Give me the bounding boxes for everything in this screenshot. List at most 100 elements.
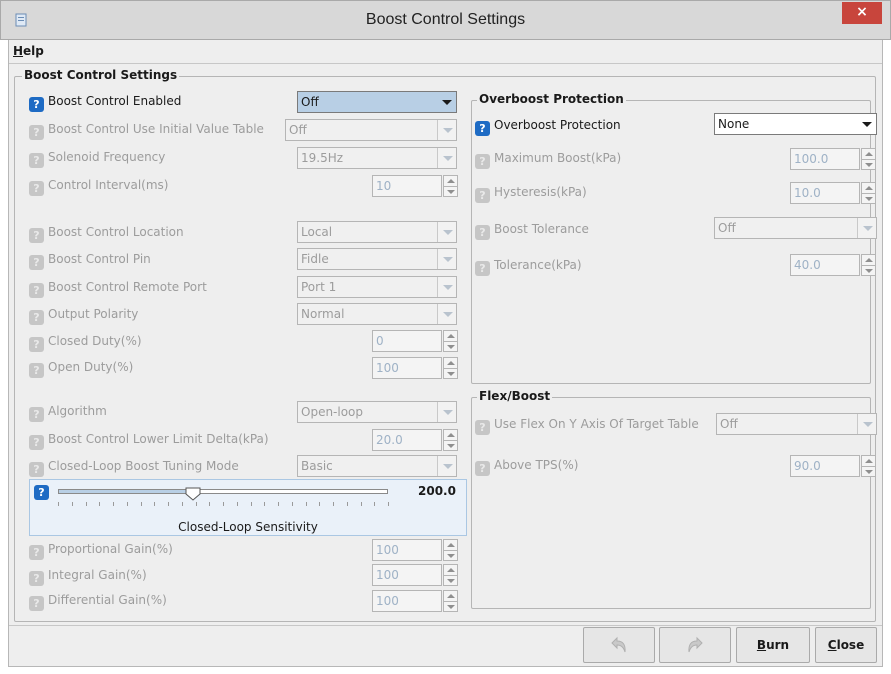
- help-icon[interactable]: ?: [29, 545, 44, 560]
- help-icon[interactable]: ?: [29, 125, 44, 140]
- spin-up-icon[interactable]: [865, 258, 873, 262]
- closed-loop-sensitivity-track[interactable]: [58, 487, 388, 501]
- boost-control-pin-select[interactable]: Fidle: [297, 248, 457, 270]
- spin-up-icon[interactable]: [447, 433, 455, 437]
- help-icon[interactable]: ?: [29, 97, 44, 112]
- boost-tolerance-select[interactable]: Off: [714, 217, 877, 239]
- help-icon[interactable]: ?: [29, 181, 44, 196]
- spin-down-icon[interactable]: [447, 605, 455, 609]
- help-icon[interactable]: ?: [29, 255, 44, 270]
- redo-button[interactable]: [659, 627, 731, 663]
- spin-down-icon[interactable]: [447, 554, 455, 558]
- help-icon[interactable]: ?: [29, 228, 44, 243]
- spinner-buttons[interactable]: [861, 148, 876, 170]
- spinner-buttons[interactable]: [861, 254, 876, 276]
- proportional-gain-spinner[interactable]: 100: [372, 539, 458, 561]
- spin-up-icon[interactable]: [447, 334, 455, 338]
- integral-gain-spinner[interactable]: 100: [372, 564, 458, 586]
- help-icon[interactable]: ?: [29, 596, 44, 611]
- spinner-buttons[interactable]: [443, 330, 458, 352]
- proportional-gain-field[interactable]: 100: [372, 539, 442, 561]
- spin-down-icon[interactable]: [447, 190, 455, 194]
- solenoid-frequency-select[interactable]: 19.5Hz: [297, 147, 457, 169]
- differential-gain-field[interactable]: 100: [372, 590, 442, 612]
- hysteresis-spinner[interactable]: 10.0: [790, 182, 876, 204]
- spinner-buttons[interactable]: [443, 175, 458, 197]
- help-icon[interactable]: ?: [475, 461, 490, 476]
- hysteresis-field[interactable]: 10.0: [790, 182, 860, 204]
- spin-up-icon[interactable]: [865, 459, 873, 463]
- spinner-buttons[interactable]: [443, 429, 458, 451]
- differential-gain-spinner[interactable]: 100: [372, 590, 458, 612]
- spin-down-icon[interactable]: [447, 579, 455, 583]
- slider-thumb-icon[interactable]: [185, 487, 201, 501]
- control-interval-spinner[interactable]: 10: [372, 175, 458, 197]
- spinner-buttons[interactable]: [443, 564, 458, 586]
- spin-up-icon[interactable]: [447, 594, 455, 598]
- tolerance-field[interactable]: 40.0: [790, 254, 860, 276]
- undo-button[interactable]: [583, 627, 655, 663]
- integral-gain-field[interactable]: 100: [372, 564, 442, 586]
- help-icon[interactable]: ?: [29, 407, 44, 422]
- menu-help[interactable]: Help: [13, 44, 44, 58]
- help-icon[interactable]: ?: [29, 435, 44, 450]
- spin-down-icon[interactable]: [865, 197, 873, 201]
- tuning-mode-select[interactable]: Basic: [297, 455, 457, 477]
- maximum-boost-spinner[interactable]: 100.0: [790, 148, 876, 170]
- help-icon[interactable]: ?: [34, 485, 49, 500]
- spinner-buttons[interactable]: [861, 455, 876, 477]
- spin-up-icon[interactable]: [865, 186, 873, 190]
- spin-up-icon[interactable]: [447, 543, 455, 547]
- algorithm-select[interactable]: Open-loop: [297, 401, 457, 423]
- help-icon[interactable]: ?: [29, 153, 44, 168]
- spin-down-icon[interactable]: [447, 372, 455, 376]
- lower-limit-delta-field[interactable]: 20.0: [372, 429, 442, 451]
- open-duty-spinner[interactable]: 100: [372, 357, 458, 379]
- maximum-boost-field[interactable]: 100.0: [790, 148, 860, 170]
- spin-down-icon[interactable]: [865, 470, 873, 474]
- spin-up-icon[interactable]: [447, 179, 455, 183]
- close-button[interactable]: Close: [815, 627, 877, 663]
- burn-button[interactable]: Burn: [736, 627, 810, 663]
- use-initial-value-table-select[interactable]: Off: [285, 119, 457, 141]
- use-flex-select[interactable]: Off: [716, 413, 877, 435]
- help-icon[interactable]: ?: [29, 310, 44, 325]
- help-icon[interactable]: ?: [475, 225, 490, 240]
- spin-down-icon[interactable]: [447, 444, 455, 448]
- spin-up-icon[interactable]: [447, 568, 455, 572]
- spinner-buttons[interactable]: [443, 590, 458, 612]
- output-polarity-select[interactable]: Normal: [297, 303, 457, 325]
- remote-port-select[interactable]: Port 1: [297, 276, 457, 298]
- help-icon[interactable]: ?: [29, 363, 44, 378]
- spin-up-icon[interactable]: [865, 152, 873, 156]
- spin-down-icon[interactable]: [865, 269, 873, 273]
- help-icon[interactable]: ?: [29, 283, 44, 298]
- help-icon[interactable]: ?: [475, 154, 490, 169]
- closed-duty-spinner[interactable]: 0: [372, 330, 458, 352]
- closed-duty-field[interactable]: 0: [372, 330, 442, 352]
- help-icon[interactable]: ?: [29, 462, 44, 477]
- spinner-buttons[interactable]: [861, 182, 876, 204]
- spin-up-icon[interactable]: [447, 361, 455, 365]
- boost-control-enabled-select[interactable]: Off: [297, 91, 457, 113]
- open-duty-field[interactable]: 100: [372, 357, 442, 379]
- window-close-button[interactable]: ×: [842, 2, 882, 24]
- lower-limit-delta-spinner[interactable]: 20.0: [372, 429, 458, 451]
- spin-down-icon[interactable]: [865, 163, 873, 167]
- help-icon[interactable]: ?: [475, 121, 490, 136]
- above-tps-spinner[interactable]: 90.0: [790, 455, 876, 477]
- spinner-buttons[interactable]: [443, 357, 458, 379]
- tolerance-spinner[interactable]: 40.0: [790, 254, 876, 276]
- above-tps-field[interactable]: 90.0: [790, 455, 860, 477]
- control-interval-field[interactable]: 10: [372, 175, 442, 197]
- help-icon[interactable]: ?: [475, 188, 490, 203]
- overboost-protection-select[interactable]: None: [714, 113, 877, 135]
- spin-down-icon[interactable]: [447, 345, 455, 349]
- help-icon[interactable]: ?: [475, 261, 490, 276]
- spinner-buttons[interactable]: [443, 539, 458, 561]
- close-mnemonic: C: [827, 638, 837, 652]
- help-icon[interactable]: ?: [29, 571, 44, 586]
- boost-control-location-select[interactable]: Local: [297, 221, 457, 243]
- help-icon[interactable]: ?: [475, 420, 490, 435]
- help-icon[interactable]: ?: [29, 337, 44, 352]
